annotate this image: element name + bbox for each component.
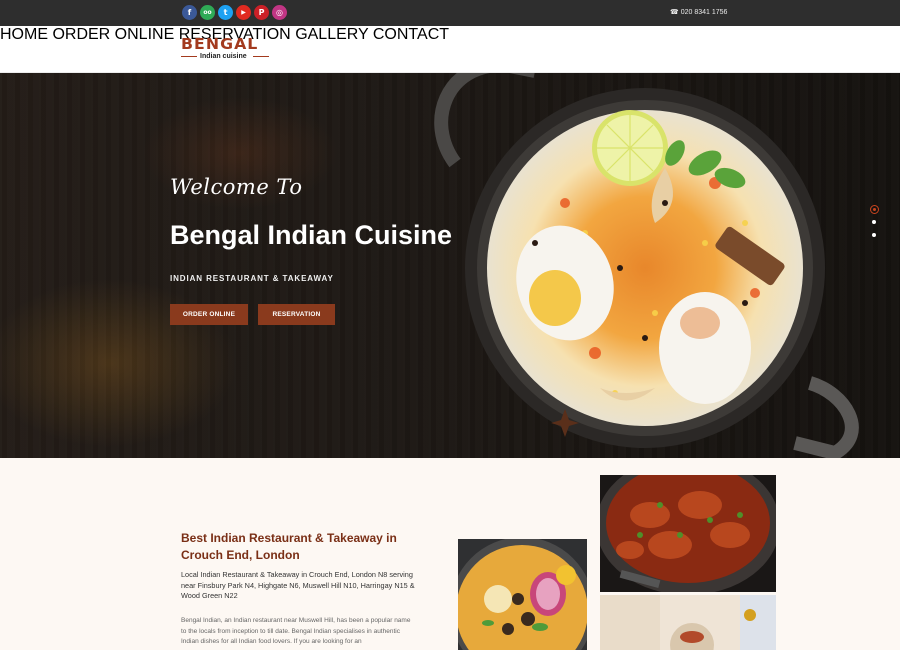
phone-icon: ☎ xyxy=(670,8,679,16)
nav-order-online[interactable]: ORDER ONLINE xyxy=(52,26,174,43)
order-online-button[interactable]: ORDER ONLINE xyxy=(170,304,248,325)
nav-home[interactable]: HOME xyxy=(0,26,48,43)
nav-contact[interactable]: CONTACT xyxy=(373,26,449,43)
about-body: Bengal Indian, an Indian restaurant near… xyxy=(181,617,411,645)
logo-tagline: Indian cuisine xyxy=(200,53,247,60)
hero-slider: Welcome To Bengal Indian Cuisine INDIAN … xyxy=(0,73,900,458)
social-links: f oo t ▶ P ◎ xyxy=(182,5,287,20)
chicken-curry-photo xyxy=(600,475,776,592)
logo[interactable]: BENGAL xyxy=(181,37,258,52)
biryani-photo xyxy=(458,539,587,650)
phone-number[interactable]: ☎ 020 8341 1756 xyxy=(670,8,727,16)
biryani-dish-image xyxy=(434,73,859,458)
dining-photo xyxy=(600,595,776,650)
about-heading: Best Indian Restaurant & Takeaway in Cro… xyxy=(181,531,397,562)
main-navbar: BENGAL Indian cuisine HOME ORDER ONLINE … xyxy=(0,26,900,73)
hero-title: Bengal Indian Cuisine xyxy=(170,220,453,250)
about-intro: Local Indian Restaurant & Takeaway in Cr… xyxy=(181,570,415,600)
phone-text: 020 8341 1756 xyxy=(680,9,728,16)
slider-dot-1[interactable] xyxy=(869,205,879,214)
facebook-icon[interactable]: f xyxy=(182,5,197,20)
hero-welcome: Welcome To xyxy=(170,175,303,199)
nav-gallery[interactable]: GALLERY xyxy=(295,26,368,43)
hero-subtitle: INDIAN RESTAURANT & TAKEAWAY xyxy=(170,274,334,283)
twitter-icon[interactable]: t xyxy=(218,5,233,20)
youtube-icon[interactable]: ▶ xyxy=(236,5,251,20)
instagram-icon[interactable]: ◎ xyxy=(272,5,287,20)
pinterest-icon[interactable]: P xyxy=(254,5,269,20)
top-bar: f oo t ▶ P ◎ ☎ 020 8341 1756 xyxy=(0,0,900,26)
tripadvisor-icon[interactable]: oo xyxy=(200,5,215,20)
slider-dot-2[interactable] xyxy=(872,220,876,224)
slider-dot-3[interactable] xyxy=(872,233,876,237)
reservation-button[interactable]: RESERVATION xyxy=(258,304,335,325)
